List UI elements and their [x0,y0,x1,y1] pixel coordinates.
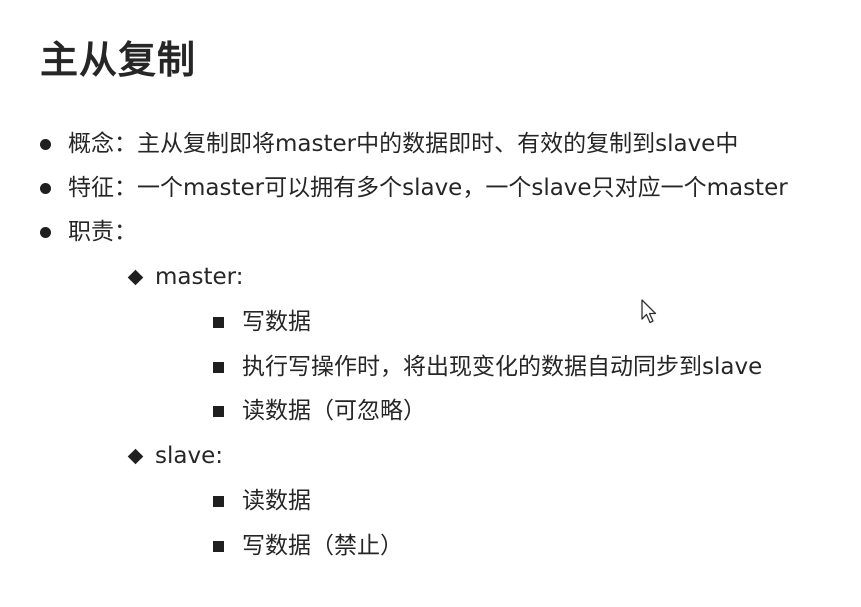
bullet-text: 职责： [68,219,137,245]
duty-text: 执行写操作时，将出现变化的数据自动同步到slave [242,354,763,380]
master-duty-read: 读数据（可忽略） [213,393,426,429]
slide-title: 主从复制 [40,38,197,82]
slave-duty-read: 读数据 [213,483,311,519]
bullet-text: 概念：主从复制即将master中的数据即时、有效的复制到slave中 [68,131,739,157]
square-bullet-icon [213,405,224,417]
role-master: master: [127,259,243,295]
role-label: slave: [155,443,223,469]
square-bullet-icon [213,540,224,552]
circle-bullet-icon [40,226,51,238]
duty-text: 写数据 [242,309,311,335]
slide: 主从复制 概念：主从复制即将master中的数据即时、有效的复制到slave中 … [0,0,861,607]
circle-bullet-icon [40,138,51,150]
square-bullet-icon [213,316,224,328]
diamond-bullet-icon [127,269,144,285]
bullet-text: 特征：一个master可以拥有多个slave，一个slave只对应一个maste… [68,175,788,201]
master-duty-sync: 执行写操作时，将出现变化的数据自动同步到slave [213,349,762,385]
role-label: master: [155,264,244,290]
circle-bullet-icon [40,182,51,194]
slave-duty-write: 写数据（禁止） [213,528,403,564]
square-bullet-icon [213,495,224,507]
duty-text: 读数据 [242,488,311,514]
mouse-cursor-icon [641,299,657,324]
duty-text: 写数据（禁止） [242,533,403,559]
role-slave: slave: [127,438,223,474]
bullet-feature: 特征：一个master可以拥有多个slave，一个slave只对应一个maste… [40,170,788,206]
bullet-duties: 职责： [40,214,137,250]
square-bullet-icon [213,361,224,373]
master-duty-write: 写数据 [213,304,311,340]
duty-text: 读数据（可忽略） [242,398,426,424]
bullet-concept: 概念：主从复制即将master中的数据即时、有效的复制到slave中 [40,126,738,162]
diamond-bullet-icon [127,448,144,464]
